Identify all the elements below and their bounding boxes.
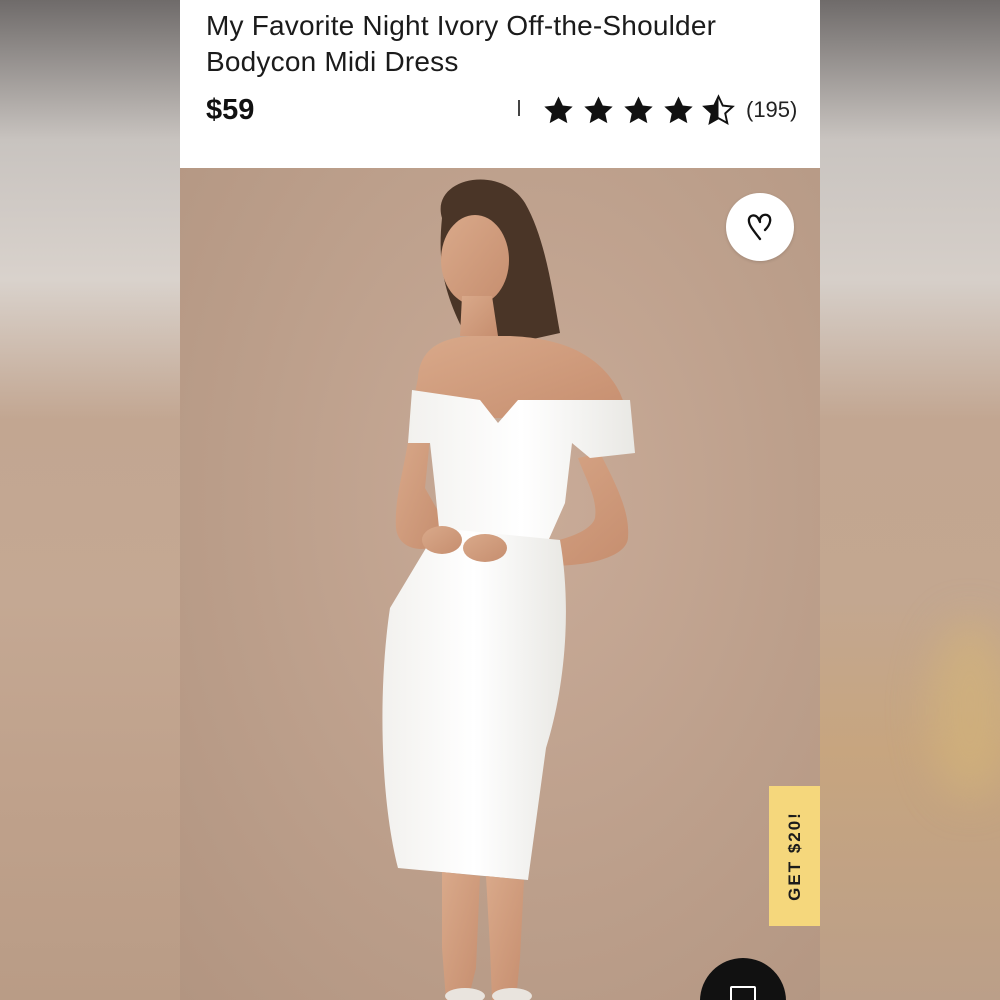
product-image[interactable]: GET $20!	[180, 168, 820, 1000]
star-icon	[624, 95, 653, 123]
heart-icon	[747, 213, 772, 241]
chat-icon	[730, 986, 756, 1000]
blurred-backdrop-left	[0, 0, 180, 1000]
review-count[interactable]: (195)	[746, 97, 797, 123]
product-title: My Favorite Night Ivory Off-the-Shoulder…	[206, 10, 717, 77]
star-icon	[584, 95, 613, 123]
promo-tab[interactable]: GET $20!	[769, 786, 820, 926]
star-icon	[544, 95, 573, 123]
promo-label: GET $20!	[784, 811, 804, 901]
favorite-button[interactable]	[726, 193, 794, 261]
product-header: My Favorite Night Ivory Off-the-Shoulder…	[180, 0, 820, 168]
divider	[518, 100, 520, 116]
product-price: $59	[206, 94, 255, 126]
half-star-icon	[702, 93, 735, 125]
star-icon	[664, 95, 693, 123]
product-screen: My Favorite Night Ivory Off-the-Shoulder…	[180, 0, 820, 1000]
rating-stars[interactable]: (195)	[542, 90, 797, 130]
model-photo	[382, 179, 635, 1000]
blurred-backdrop-right	[820, 0, 1000, 1000]
